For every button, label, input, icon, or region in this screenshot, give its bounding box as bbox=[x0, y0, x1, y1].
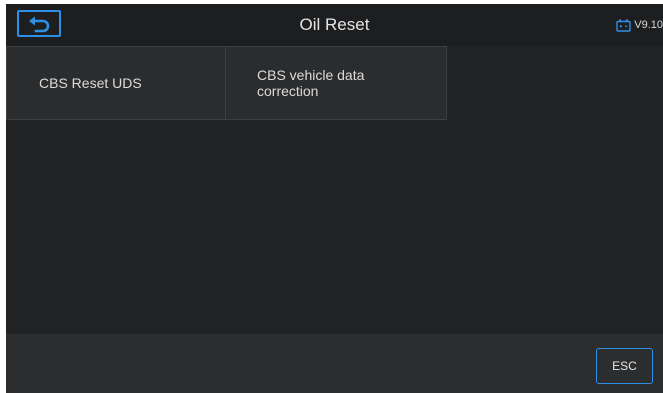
footer-bar: ESC bbox=[6, 334, 663, 393]
menu-item-label: CBS Reset UDS bbox=[39, 75, 142, 91]
menu-item-cbs-vehicle-data-correction[interactable]: CBS vehicle data correction bbox=[225, 46, 447, 120]
version-label: V9.10 bbox=[634, 19, 663, 31]
app-screen: Oil Reset V9.10 CBS Reset UDS CBS vehicl… bbox=[6, 4, 663, 393]
version-indicator: V9.10 bbox=[616, 4, 663, 46]
header-bar: Oil Reset V9.10 bbox=[6, 4, 663, 46]
battery-icon bbox=[616, 19, 631, 32]
page-title: Oil Reset bbox=[299, 15, 370, 34]
esc-button[interactable]: ESC bbox=[596, 348, 653, 384]
function-menu: CBS Reset UDS CBS vehicle data correctio… bbox=[6, 46, 663, 122]
menu-item-label: CBS vehicle data correction bbox=[257, 67, 365, 99]
menu-item-cbs-reset-uds[interactable]: CBS Reset UDS bbox=[6, 46, 226, 120]
